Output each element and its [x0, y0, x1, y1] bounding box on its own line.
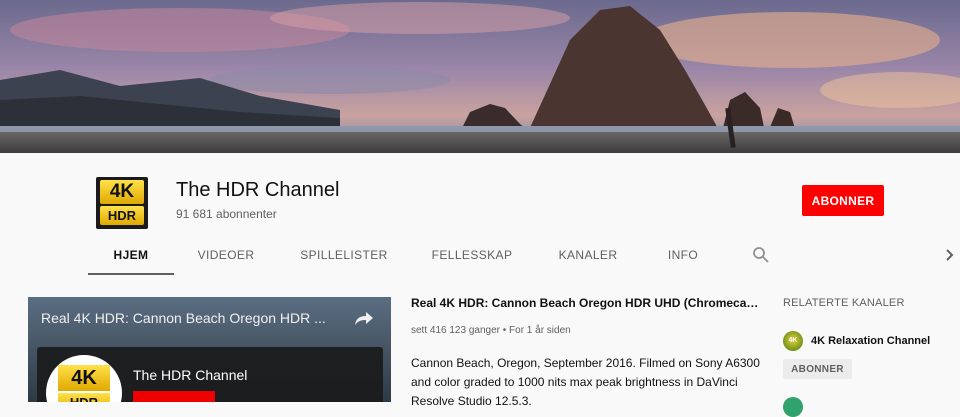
subscriber-count: 91 681 abonnenter	[176, 207, 277, 221]
tab-playlists[interactable]: SPILLELISTER	[294, 235, 394, 275]
featured-video-meta: sett 416 123 ganger • For 1 år siden	[411, 325, 571, 336]
channel-header: 4K HDR The HDR Channel 91 681 abonnenter…	[0, 153, 960, 276]
tab-channels[interactable]: KANALER	[552, 235, 624, 275]
banner-image	[0, 0, 960, 153]
player-title[interactable]: Real 4K HDR: Cannon Beach Oregon HDR ...	[41, 310, 341, 326]
subscribe-button[interactable]: ABONNER	[802, 185, 884, 216]
card-subscribe-button[interactable]	[133, 391, 215, 402]
channel-banner	[0, 0, 960, 153]
logo-hdr-text: HDR	[100, 206, 144, 225]
tab-community[interactable]: FELLESSKAP	[424, 235, 520, 275]
tab-videos[interactable]: VIDEOER	[184, 235, 268, 275]
card-logo-4k: 4K	[58, 365, 110, 391]
card-channel-logo[interactable]: 4K HDR	[46, 355, 122, 402]
featured-video-description: Cannon Beach, Oregon, September 2016. Fi…	[411, 356, 760, 408]
related-channel-avatar-2[interactable]	[783, 397, 803, 417]
tab-home[interactable]: HJEM	[88, 235, 174, 275]
chevron-right-icon[interactable]	[944, 247, 956, 263]
logo-4k-text: 4K	[100, 180, 144, 204]
search-icon[interactable]	[752, 246, 770, 264]
share-icon[interactable]	[354, 310, 374, 326]
related-channel-avatar[interactable]: 4K	[783, 331, 803, 351]
channel-tabs: HJEM VIDEOER SPILLELISTER FELLESSKAP KAN…	[88, 235, 960, 275]
card-channel-name: The HDR Channel	[133, 367, 248, 383]
featured-video-title[interactable]: Real 4K HDR: Cannon Beach Oregon HDR UHD…	[411, 296, 759, 310]
card-logo-hdr: HDR	[58, 393, 110, 402]
featured-video-player[interactable]: Real 4K HDR: Cannon Beach Oregon HDR ...…	[28, 297, 391, 402]
channel-card-overlay: 4K HDR The HDR Channel	[37, 347, 383, 402]
related-channel-name[interactable]: 4K Relaxation Channel	[811, 335, 930, 347]
channel-avatar[interactable]: 4K HDR	[96, 177, 148, 229]
tab-about[interactable]: INFO	[658, 235, 708, 275]
related-channels-heading: RELATERTE KANALER	[783, 297, 905, 309]
related-subscribe-button[interactable]: ABONNER	[783, 359, 852, 379]
channel-title: The HDR Channel	[176, 179, 340, 201]
channel-home-content: Real 4K HDR: Cannon Beach Oregon HDR ...…	[0, 276, 960, 417]
